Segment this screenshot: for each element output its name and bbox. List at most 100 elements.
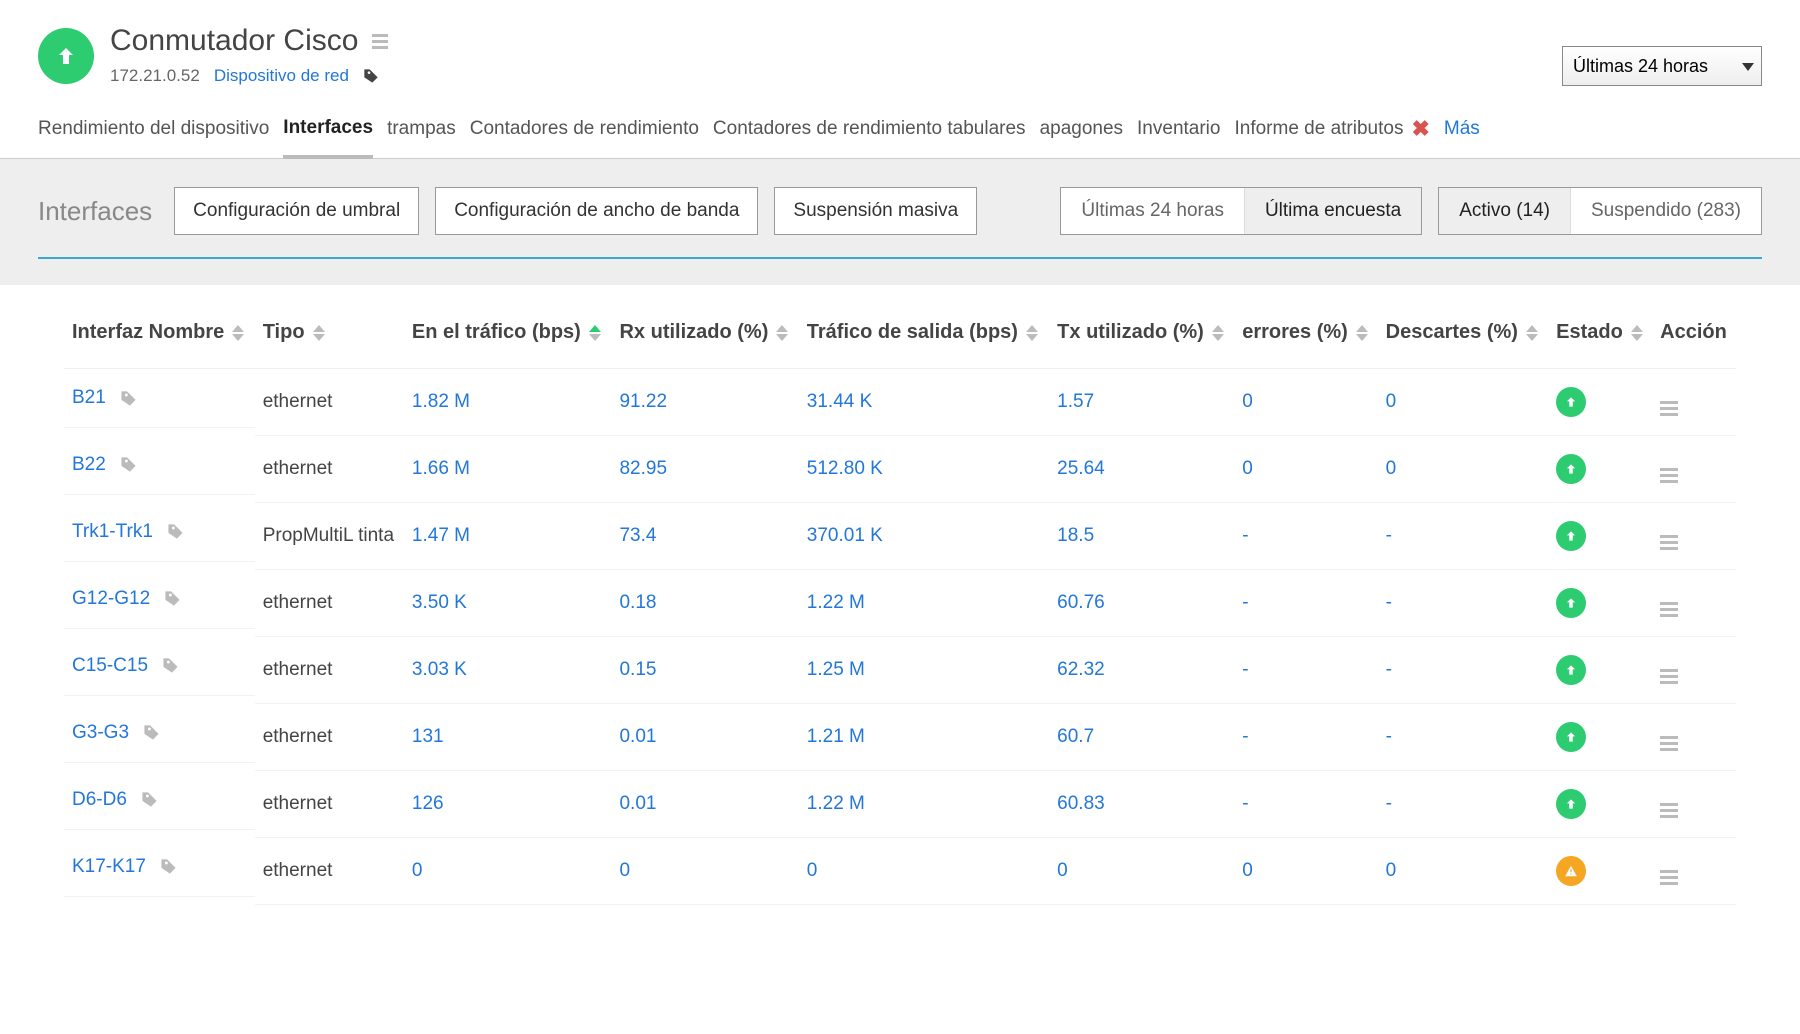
- value-link[interactable]: 1.66 M: [412, 458, 470, 479]
- value-link[interactable]: -: [1386, 659, 1392, 680]
- col-errors[interactable]: errores (%): [1234, 311, 1377, 369]
- interface-name-link[interactable]: C15-C15: [72, 655, 148, 677]
- tab-contadores-de-rendimiento[interactable]: Contadores de rendimiento: [470, 118, 699, 156]
- value-link[interactable]: 0: [807, 860, 818, 881]
- tag-icon[interactable]: [120, 456, 137, 473]
- row-action-menu-icon[interactable]: [1660, 401, 1678, 416]
- bandwidth-config-button[interactable]: Configuración de ancho de banda: [435, 187, 758, 235]
- interface-name-link[interactable]: Trk1-Trk1: [72, 521, 153, 543]
- value-link[interactable]: 0: [1242, 458, 1253, 479]
- value-link[interactable]: 1.22 M: [807, 592, 865, 613]
- tab-inventario[interactable]: Inventario: [1137, 118, 1220, 156]
- value-link[interactable]: 0: [1242, 391, 1253, 412]
- seg-suspended[interactable]: Suspendido (283): [1570, 188, 1761, 234]
- value-link[interactable]: -: [1242, 659, 1248, 680]
- col-tx-util[interactable]: Tx utilizado (%): [1049, 311, 1234, 369]
- seg-last-poll[interactable]: Última encuesta: [1244, 188, 1421, 234]
- value-link[interactable]: 60.83: [1057, 793, 1105, 814]
- value-link[interactable]: 131: [412, 726, 444, 747]
- tab-trampas[interactable]: trampas: [387, 118, 456, 156]
- tab-contadores-de-rendimiento-tabulares[interactable]: Contadores de rendimiento tabulares: [713, 118, 1026, 156]
- value-link[interactable]: 3.50 K: [412, 592, 467, 613]
- value-link[interactable]: 0: [1386, 860, 1397, 881]
- value-link[interactable]: 60.76: [1057, 592, 1105, 613]
- tag-icon[interactable]: [120, 390, 137, 407]
- value-link[interactable]: -: [1386, 525, 1392, 546]
- tab-apagones[interactable]: apagones: [1040, 118, 1123, 156]
- sort-icon[interactable]: [232, 325, 244, 341]
- sort-icon[interactable]: [1026, 325, 1038, 341]
- tab-interfaces[interactable]: Interfaces: [283, 117, 373, 159]
- row-action-menu-icon[interactable]: [1660, 870, 1678, 885]
- tag-icon[interactable]: [363, 68, 379, 84]
- time-range-select[interactable]: Últimas 24 horas: [1562, 46, 1762, 86]
- row-action-menu-icon[interactable]: [1660, 803, 1678, 818]
- row-action-menu-icon[interactable]: [1660, 736, 1678, 751]
- value-link[interactable]: -: [1386, 793, 1392, 814]
- value-link[interactable]: 0: [412, 860, 423, 881]
- device-type-link[interactable]: Dispositivo de red: [214, 66, 349, 86]
- row-action-menu-icon[interactable]: [1660, 669, 1678, 684]
- value-link[interactable]: 1.57: [1057, 391, 1094, 412]
- sort-icon[interactable]: [1526, 325, 1538, 341]
- row-action-menu-icon[interactable]: [1660, 468, 1678, 483]
- value-link[interactable]: -: [1242, 592, 1248, 613]
- value-link[interactable]: 25.64: [1057, 458, 1105, 479]
- tag-icon[interactable]: [143, 724, 160, 741]
- col-state[interactable]: Estado: [1548, 311, 1652, 369]
- value-link[interactable]: 0.01: [619, 793, 656, 814]
- more-tabs-link[interactable]: Más: [1444, 118, 1480, 156]
- col-out-traffic[interactable]: Tráfico de salida (bps): [799, 311, 1049, 369]
- value-link[interactable]: 60.7: [1057, 726, 1094, 747]
- col-type[interactable]: Tipo: [255, 311, 404, 369]
- value-link[interactable]: 0.18: [619, 592, 656, 613]
- seg-24h[interactable]: Últimas 24 horas: [1061, 188, 1244, 234]
- value-link[interactable]: 370.01 K: [807, 525, 883, 546]
- mass-suspend-button[interactable]: Suspensión masiva: [774, 187, 977, 235]
- col-in-traffic[interactable]: En el tráfico (bps): [404, 311, 612, 369]
- tag-icon[interactable]: [160, 858, 177, 875]
- value-link[interactable]: -: [1242, 793, 1248, 814]
- sort-icon[interactable]: [776, 325, 788, 341]
- value-link[interactable]: 1.25 M: [807, 659, 865, 680]
- value-link[interactable]: 31.44 K: [807, 391, 873, 412]
- sort-icon[interactable]: [589, 325, 601, 341]
- sort-icon[interactable]: [1631, 325, 1643, 341]
- col-interface-name[interactable]: Interfaz Nombre: [64, 311, 255, 369]
- value-link[interactable]: 512.80 K: [807, 458, 883, 479]
- tag-icon[interactable]: [164, 590, 181, 607]
- close-tab-icon[interactable]: ✖: [1411, 116, 1429, 142]
- value-link[interactable]: 62.32: [1057, 659, 1105, 680]
- tag-icon[interactable]: [162, 657, 179, 674]
- value-link[interactable]: 0: [1386, 391, 1397, 412]
- tag-icon[interactable]: [167, 523, 184, 540]
- interface-name-link[interactable]: D6-D6: [72, 789, 127, 811]
- value-link[interactable]: 1.21 M: [807, 726, 865, 747]
- value-link[interactable]: 1.47 M: [412, 525, 470, 546]
- seg-active[interactable]: Activo (14): [1439, 188, 1570, 234]
- value-link[interactable]: 0: [1386, 458, 1397, 479]
- tab-rendimiento-del-dispositivo[interactable]: Rendimiento del dispositivo: [38, 118, 269, 156]
- value-link[interactable]: 18.5: [1057, 525, 1094, 546]
- sort-icon[interactable]: [313, 325, 325, 341]
- value-link[interactable]: 3.03 K: [412, 659, 467, 680]
- sort-icon[interactable]: [1212, 325, 1224, 341]
- threshold-config-button[interactable]: Configuración de umbral: [174, 187, 419, 235]
- value-link[interactable]: -: [1242, 726, 1248, 747]
- value-link[interactable]: -: [1386, 726, 1392, 747]
- value-link[interactable]: 0: [1057, 860, 1068, 881]
- value-link[interactable]: -: [1386, 592, 1392, 613]
- value-link[interactable]: -: [1242, 525, 1248, 546]
- value-link[interactable]: 91.22: [619, 391, 667, 412]
- col-discards[interactable]: Descartes (%): [1378, 311, 1548, 369]
- value-link[interactable]: 1.82 M: [412, 391, 470, 412]
- row-action-menu-icon[interactable]: [1660, 602, 1678, 617]
- sort-icon[interactable]: [1356, 325, 1368, 341]
- tag-icon[interactable]: [141, 791, 158, 808]
- interface-name-link[interactable]: K17-K17: [72, 856, 146, 878]
- col-rx-util[interactable]: Rx utilizado (%): [611, 311, 798, 369]
- value-link[interactable]: 0.01: [619, 726, 656, 747]
- tab-informe-de-atributos[interactable]: Informe de atributos: [1234, 118, 1403, 156]
- interface-name-link[interactable]: B22: [72, 454, 106, 476]
- interface-name-link[interactable]: G12-G12: [72, 588, 150, 610]
